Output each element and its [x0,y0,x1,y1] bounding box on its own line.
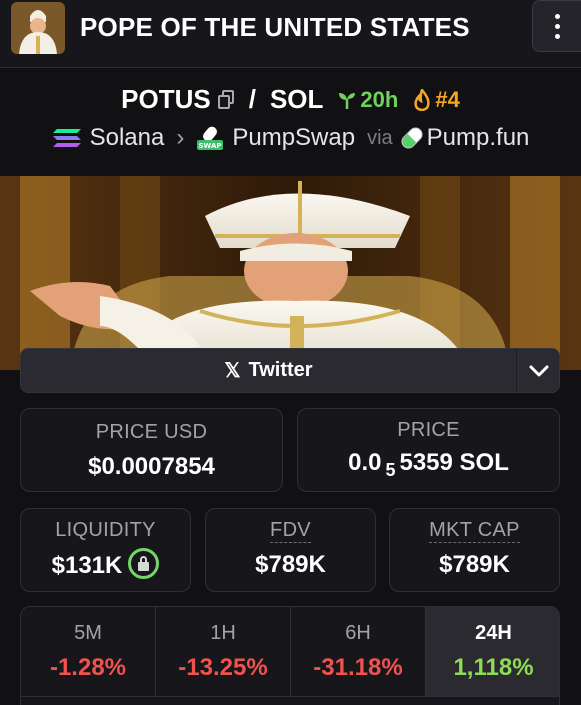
more-dot [555,24,560,29]
twitter-button[interactable]: 𝕏 Twitter [21,349,516,392]
tab-5m-change: -1.28% [49,654,127,681]
tab-6h[interactable]: 6H -31.18% [291,607,426,697]
solana-icon [52,129,81,147]
price-native-card: PRICE 0.0 5 5359 SOL [297,408,560,492]
pope-banner-image [0,176,581,370]
pair-age: 20h [337,87,398,113]
tab-24h-change: 1,118% [453,654,534,681]
age-text: 20h [360,86,399,112]
pumpswap-icon: SWAP [197,126,224,150]
flame-icon [414,88,430,111]
liquidity-value: $131K [51,551,123,579]
price-zero-count: 5 [385,460,396,480]
twitter-label: Twitter [248,359,313,381]
fdv-label-wrap[interactable]: FDV [206,519,375,543]
more-menu-button[interactable] [532,0,581,52]
social-links-bar: 𝕏 Twitter [20,348,560,393]
tab-1h-label: 1H [210,622,236,644]
liquidity-lock-icon[interactable] [128,548,160,579]
pumpswap-badge-text: SWAP [199,142,222,150]
pair-line: POTUS / SOL 20h #4 [0,84,581,115]
tab-5m[interactable]: 5M -1.28% [21,607,156,697]
tab-6h-label: 6H [345,622,371,644]
launchpad-link[interactable]: Pump.fun [427,124,530,152]
tab-1h[interactable]: 1H -13.25% [156,607,291,697]
fdv-value: $789K [255,551,326,578]
market-cap-label-wrap[interactable]: MKT CAP [390,519,559,543]
price-usd-card: PRICE USD $0.0007854 [20,408,283,492]
pumpfun-icon [398,124,426,152]
liquidity-card: LIQUIDITY $131K [20,508,191,592]
price-change-tabs: 5M -1.28% 1H -13.25% 6H -31.18% 24H 1,11… [20,606,560,705]
trending-rank[interactable]: #4 [412,86,460,113]
market-cap-value: $789K [439,551,510,578]
rank-text: #4 [435,86,460,112]
tab-24h[interactable]: 24H 1,118% [426,607,559,697]
liquidity-row: $131K [21,548,190,582]
chevron-right-icon: › [176,124,185,151]
tab-5m-label: 5M [74,622,102,644]
more-vertical-icon [555,14,560,19]
token-header: POPE OF THE UNITED STATES [0,0,581,68]
pope-avatar-image [11,2,65,54]
dex-link[interactable]: PumpSwap [232,124,355,152]
x-logo-icon: 𝕏 [224,360,241,382]
tab-24h-label: 24H [475,622,512,644]
token-banner-image [0,176,581,370]
chain-link[interactable]: Solana [90,124,165,152]
price-native-value: 0.0 5 5359 SOL [298,449,559,481]
token-avatar[interactable] [11,2,65,54]
chain-breadcrumb: Solana › SWAP PumpSwap via Pump.fun [0,124,581,152]
quote-symbol: SOL [269,84,324,114]
price-usd-value: $0.0007854 [88,453,215,480]
more-dot [555,34,560,39]
market-cap-label: MKT CAP [429,519,520,543]
fdv-label: FDV [270,519,311,543]
pair-separator: / [248,84,256,114]
liquidity-label: LIQUIDITY [55,519,156,541]
price-usd-label: PRICE USD [95,421,208,443]
price-prefix: 0.0 [348,449,382,476]
chevron-down-icon [529,365,549,377]
price-native-label: PRICE [397,419,460,441]
via-text: via [367,126,393,149]
sprout-icon [339,92,356,109]
fdv-card: FDV $789K [205,508,376,592]
price-digits: 5359 SOL [399,449,509,476]
market-cap-card: MKT CAP $789K [389,508,560,592]
tab-6h-change: -31.18% [313,654,403,681]
tab-1h-change: -13.25% [178,654,268,681]
social-expand-button[interactable] [516,349,560,392]
copy-icon[interactable] [217,89,235,111]
token-title: POPE OF THE UNITED STATES [80,12,470,42]
base-symbol: POTUS [121,84,211,114]
